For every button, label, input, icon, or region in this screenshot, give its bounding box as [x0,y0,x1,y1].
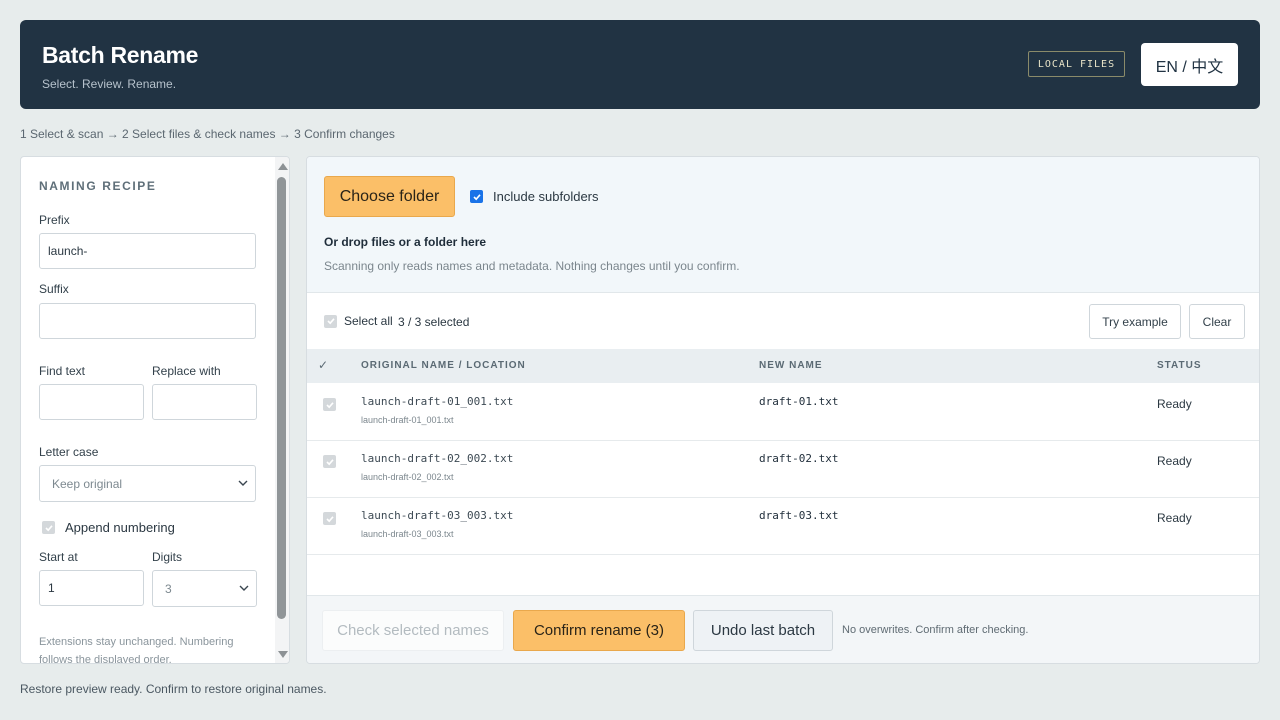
status-text: Ready [1157,454,1192,468]
scrollbar-thumb[interactable] [277,177,286,619]
clear-button[interactable]: Clear [1189,304,1245,339]
status-message: Restore preview ready. Confirm to restor… [20,682,327,696]
select-all-label: Select all [344,314,393,328]
scroll-up-icon[interactable] [278,163,288,170]
choose-folder-button[interactable]: Choose folder [324,176,455,217]
check-icon [325,401,334,408]
panel-title: NAMING RECIPE [39,179,157,193]
check-icon [44,524,53,531]
include-subfolders-row[interactable]: Include subfolders [470,189,599,204]
original-name: launch-draft-01_001.txt [361,395,514,408]
prefix-label: Prefix [39,213,70,227]
append-numbering-row[interactable]: Append numbering [42,520,175,535]
find-text-label: Find text [39,364,86,378]
language-toggle-button[interactable]: EN / 中文 [1141,43,1238,86]
prefix-input[interactable]: launch- [39,233,256,269]
new-name: draft-03.txt [759,509,839,522]
include-subfolders-label: Include subfolders [493,189,599,204]
row-checkbox[interactable] [323,398,336,411]
digits-select[interactable]: 3 [152,570,257,607]
naming-recipe-panel: NAMING RECIPE Prefix launch- Suffix Find… [20,156,290,664]
column-header-new-name: NEW NAME [759,360,823,371]
check-icon [326,318,335,325]
selection-toolbar: Select all 3 / 3 selected Try example Cl… [307,294,1259,349]
check-icon [472,193,481,200]
table-row[interactable]: launch-draft-02_002.txt launch-draft-02_… [307,440,1259,498]
app-subtitle: Select. Review. Rename. [42,77,177,91]
column-header-original: ORIGINAL NAME / LOCATION [361,360,526,371]
chevron-down-icon [238,480,248,486]
select-all-row[interactable]: Select all [324,314,393,328]
letter-case-value: Keep original [52,476,123,491]
row-checkbox[interactable] [323,455,336,468]
new-name: draft-02.txt [759,452,839,465]
new-name: draft-01.txt [759,395,839,408]
include-subfolders-checkbox[interactable] [470,190,483,203]
action-bar: Check selected names Confirm rename (3) … [307,595,1259,663]
table-row[interactable]: launch-draft-01_001.txt launch-draft-01_… [307,383,1259,441]
table-row[interactable]: launch-draft-03_003.txt launch-draft-03_… [307,497,1259,555]
step-indicator: 1 Select & scan → 2 Select files & check… [20,127,395,141]
original-location: launch-draft-01_001.txt [361,415,454,425]
action-note: No overwrites. Confirm after checking. [842,624,1029,636]
append-numbering-checkbox[interactable] [42,521,55,534]
chevron-down-icon [239,585,249,591]
drop-zone[interactable]: Choose folder Include subfolders Or drop… [307,157,1259,293]
replace-with-label: Replace with [152,364,221,378]
try-example-button[interactable]: Try example [1089,304,1181,339]
original-location: launch-draft-03_003.txt [361,529,454,539]
suffix-input[interactable] [39,303,256,339]
select-all-checkbox[interactable] [324,314,337,328]
file-panel: Choose folder Include subfolders Or drop… [306,156,1260,664]
append-numbering-label: Append numbering [65,520,175,535]
check-selected-names-button[interactable]: Check selected names [322,610,504,651]
check-icon [325,515,334,522]
scroll-down-icon[interactable] [278,651,288,658]
suffix-label: Suffix [39,282,69,296]
digits-label: Digits [152,550,183,564]
recipe-note: Extensions stay unchanged. Numbering fol… [39,636,234,664]
start-at-input[interactable]: 1 [39,570,144,606]
letter-case-select[interactable]: Keep original [39,465,256,502]
local-files-badge: LOCAL FILES [1028,51,1125,77]
drop-note: Scanning only reads names and metadata. … [324,259,740,273]
undo-last-batch-button[interactable]: Undo last batch [693,610,833,651]
check-icon [325,458,334,465]
column-header-status: STATUS [1157,360,1202,371]
check-column-header: ✓ [318,358,330,372]
letter-case-label: Letter case [39,445,99,459]
drop-title: Or drop files or a folder here [324,235,487,249]
original-name: launch-draft-02_002.txt [361,452,514,465]
original-name: launch-draft-03_003.txt [361,509,514,522]
confirm-rename-button[interactable]: Confirm rename (3) [513,610,685,651]
app-header: Batch Rename Select. Review. Rename. LOC… [20,20,1260,109]
start-at-label: Start at [39,550,78,564]
table-header: ✓ ORIGINAL NAME / LOCATION NEW NAME STAT… [307,349,1259,383]
find-text-input[interactable] [39,384,144,420]
row-checkbox[interactable] [323,512,336,525]
selection-count: 3 / 3 selected [398,315,470,329]
replace-with-input[interactable] [152,384,257,420]
digits-value: 3 [165,581,172,596]
status-text: Ready [1157,511,1192,525]
status-text: Ready [1157,397,1192,411]
app-title: Batch Rename [42,42,199,68]
original-location: launch-draft-02_002.txt [361,472,454,482]
